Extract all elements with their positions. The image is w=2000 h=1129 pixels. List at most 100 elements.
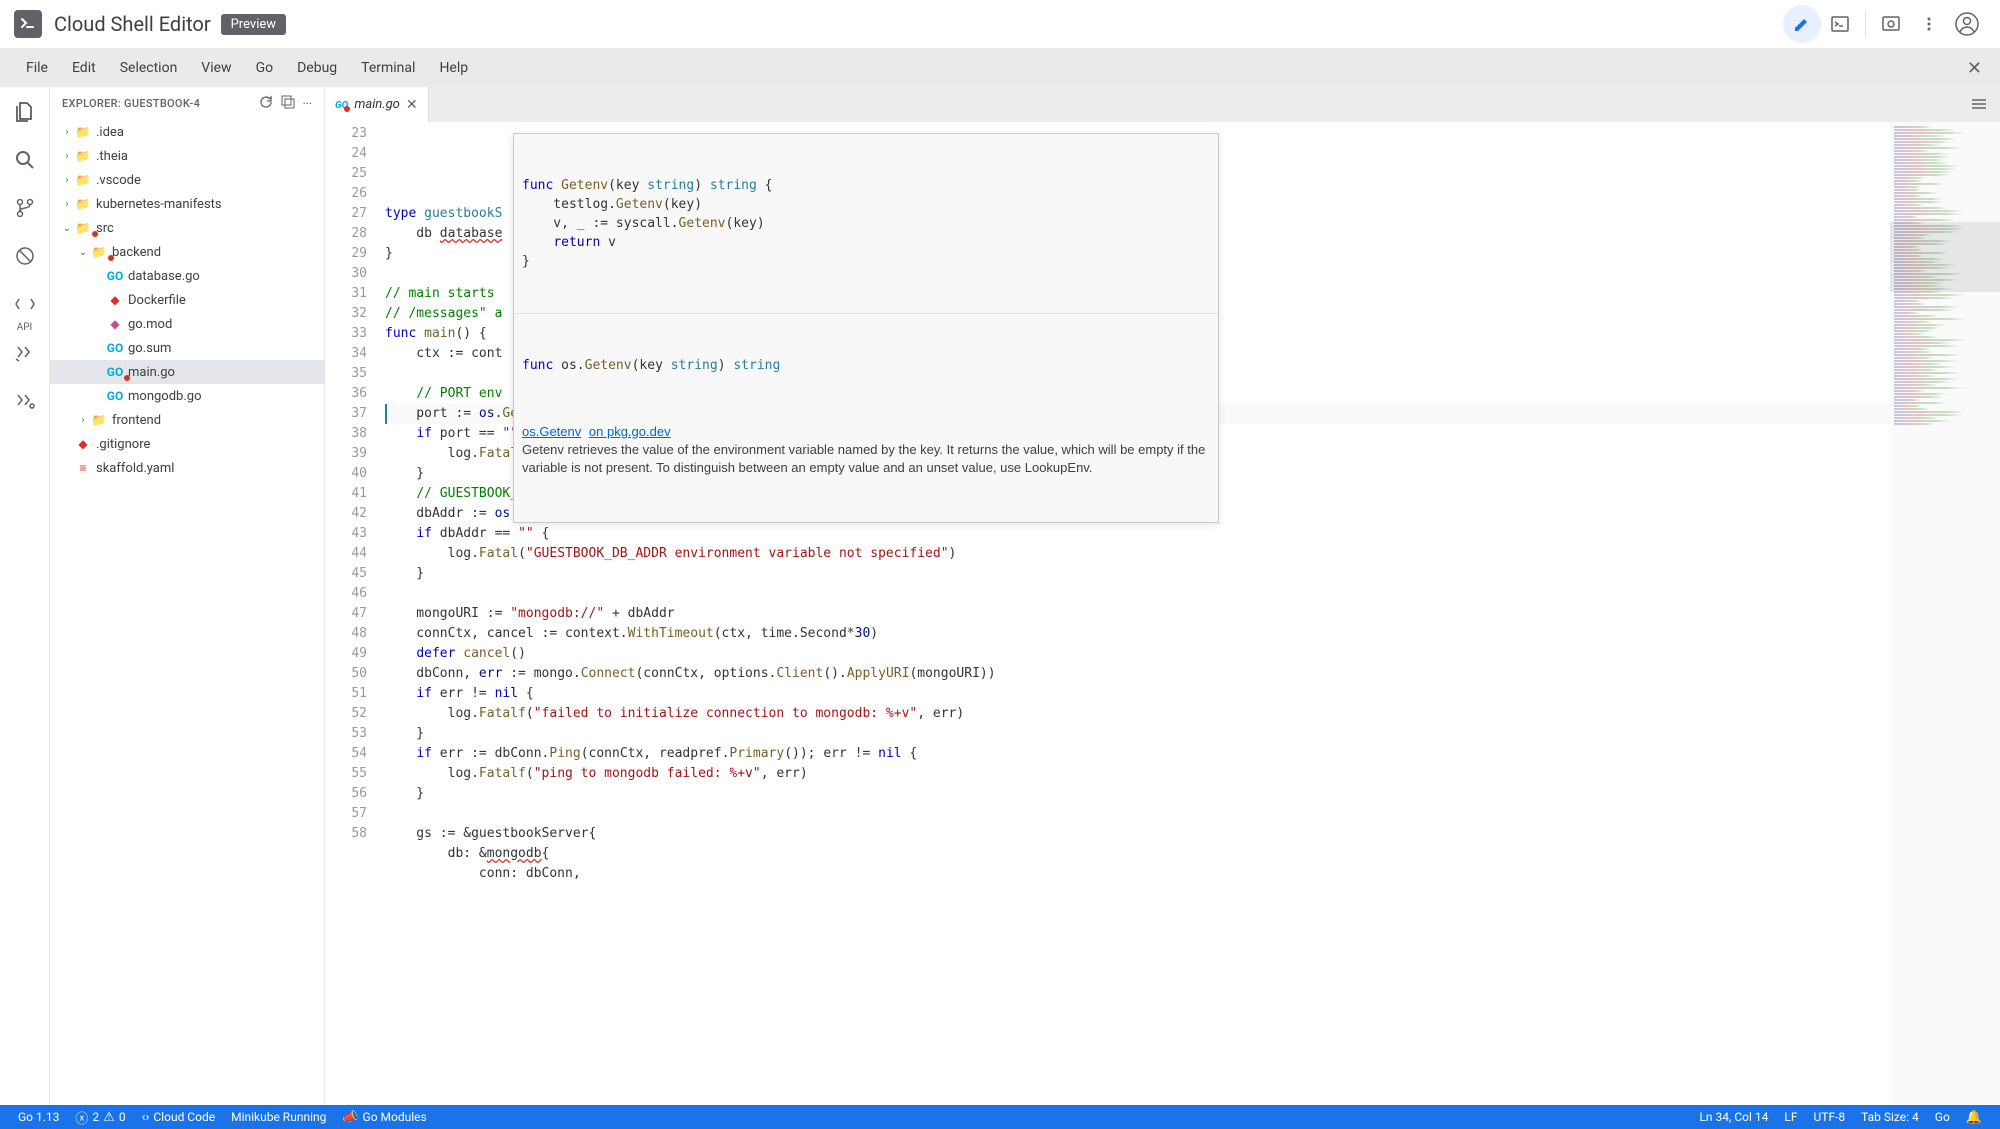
editor-body[interactable]: 2324252627282930313233343536373839404142…	[325, 122, 2000, 1105]
bell-icon: 🔔	[1966, 1110, 1982, 1125]
code-content[interactable]: type guestbookS db database} // main sta…	[385, 122, 1890, 1105]
tree-item-main-go[interactable]: GOmain.go	[50, 360, 324, 384]
split-icon	[1970, 96, 1988, 114]
editor-tabs: GO main.go ✕	[325, 87, 2000, 122]
hover-description: Getenv retrieves the value of the enviro…	[522, 442, 1205, 475]
status-go-modules[interactable]: 📣Go Modules	[334, 1110, 434, 1125]
divider	[1865, 12, 1866, 36]
open-terminal-button[interactable]	[1821, 5, 1859, 43]
close-menubar-button[interactable]: ✕	[1963, 58, 1986, 79]
api-icon	[15, 297, 35, 311]
megaphone-icon: 📣	[342, 1110, 358, 1125]
activity-bar: API	[0, 87, 50, 1105]
git-branch-icon	[14, 197, 36, 219]
status-tabsize[interactable]: Tab Size: 4	[1853, 1110, 1927, 1124]
account-button[interactable]	[1948, 5, 1986, 43]
status-notifications[interactable]: 🔔	[1958, 1110, 1990, 1125]
tree-item-mongodb-go[interactable]: GOmongodb.go	[50, 384, 324, 408]
menu-view[interactable]: View	[189, 60, 243, 76]
activity-cloud-run[interactable]	[10, 337, 40, 367]
menu-debug[interactable]: Debug	[285, 60, 349, 76]
preview-badge: Preview	[221, 14, 286, 35]
tree-item-go-mod[interactable]: ◆go.mod	[50, 312, 324, 336]
status-go-version[interactable]: Go 1.13	[10, 1110, 67, 1124]
status-cloud-code[interactable]: ‹›Cloud Code	[134, 1110, 224, 1125]
tree-item-database-go[interactable]: GOdatabase.go	[50, 264, 324, 288]
kubernetes-icon	[14, 389, 36, 411]
hover-tooltip: func Getenv(key string) string { testlog…	[513, 133, 1219, 523]
minimap-viewport[interactable]	[1890, 222, 2000, 292]
split-editor-button[interactable]	[1958, 87, 2000, 122]
menu-selection[interactable]: Selection	[108, 60, 190, 76]
explorer-header: EXPLORER: GUESTBOOK-4 ···	[50, 87, 324, 120]
tree-item--theia[interactable]: ›📁.theia	[50, 144, 324, 168]
line-gutter: 2324252627282930313233343536373839404142…	[325, 122, 385, 1105]
menu-help[interactable]: Help	[427, 60, 480, 76]
activity-explorer[interactable]	[10, 97, 40, 127]
tree-item--gitignore[interactable]: ◆.gitignore	[50, 432, 324, 456]
menu-edit[interactable]: Edit	[60, 60, 108, 76]
status-bar: Go 1.13 ⓧ2 ⚠0 ‹›Cloud Code Minikube Runn…	[0, 1105, 2000, 1129]
warning-icon: ⚠	[103, 1110, 115, 1125]
browser-icon	[1881, 14, 1901, 34]
workspace: API EXPLORER: GUESTBOOK-4 ··· ›📁.idea›📁.…	[0, 87, 2000, 1105]
collapse-icon	[281, 95, 295, 109]
preview-web-button[interactable]	[1872, 5, 1910, 43]
error-icon: ⓧ	[75, 1108, 88, 1127]
cloud-code-icon: ‹›	[142, 1110, 150, 1125]
activity-source-control[interactable]	[10, 193, 40, 223]
menu-go[interactable]: Go	[244, 60, 286, 76]
app-logo	[14, 10, 42, 38]
tree-item-frontend[interactable]: ›📁frontend	[50, 408, 324, 432]
activity-search[interactable]	[10, 145, 40, 175]
dots-vertical-icon	[1920, 15, 1938, 33]
sidebar: EXPLORER: GUESTBOOK-4 ··· ›📁.idea›📁.thei…	[50, 87, 325, 1105]
cloud-run-icon	[14, 341, 36, 363]
editor-area: GO main.go ✕ 232425262728293031323334353…	[325, 87, 2000, 1105]
close-tab-button[interactable]: ✕	[406, 97, 418, 113]
menu-file[interactable]: File	[14, 60, 60, 76]
tree-item--vscode[interactable]: ›📁.vscode	[50, 168, 324, 192]
status-encoding[interactable]: UTF-8	[1806, 1110, 1854, 1124]
tree-item-kubernetes-manifests[interactable]: ›📁kubernetes-manifests	[50, 192, 324, 216]
refresh-button[interactable]	[259, 95, 273, 112]
tree-item-skaffold-yaml[interactable]: ≡skaffold.yaml	[50, 456, 324, 480]
minimap[interactable]	[1890, 122, 2000, 1105]
tab-label: main.go	[354, 97, 400, 112]
terminal-small-icon	[1831, 15, 1849, 33]
status-cursor[interactable]: Ln 34, Col 14	[1691, 1110, 1776, 1124]
more-button[interactable]: ···	[303, 97, 312, 110]
tree-item-go-sum[interactable]: GOgo.sum	[50, 336, 324, 360]
more-menu-button[interactable]	[1910, 5, 1948, 43]
menu-terminal[interactable]: Terminal	[349, 60, 427, 76]
pencil-icon	[1792, 14, 1812, 34]
hover-doc: os.Getenv on pkg.go.dev Getenv retrieves…	[514, 417, 1218, 484]
hover-code-block: func Getenv(key string) string { testlog…	[514, 172, 1218, 275]
edit-button[interactable]	[1783, 5, 1821, 43]
activity-api[interactable]: API	[10, 289, 40, 319]
error-indicator	[344, 106, 350, 112]
collapse-button[interactable]	[281, 95, 295, 112]
menu-bar: File Edit Selection View Go Debug Termin…	[0, 49, 2000, 87]
explorer-title: EXPLORER: GUESTBOOK-4	[62, 97, 251, 110]
status-minikube[interactable]: Minikube Running	[223, 1110, 334, 1124]
bug-slash-icon	[14, 245, 36, 267]
hover-signature: func os.Getenv(key string) string	[514, 352, 1218, 379]
status-lang[interactable]: Go	[1927, 1110, 1958, 1124]
tab-main-go[interactable]: GO main.go ✕	[325, 87, 429, 122]
files-icon	[14, 101, 36, 123]
status-problems[interactable]: ⓧ2 ⚠0	[67, 1108, 133, 1127]
tree-item--idea[interactable]: ›📁.idea	[50, 120, 324, 144]
terminal-icon	[20, 16, 36, 32]
activity-kubernetes[interactable]	[10, 385, 40, 415]
tree-item-backend[interactable]: ⌄📁backend	[50, 240, 324, 264]
activity-debug[interactable]	[10, 241, 40, 271]
refresh-icon	[259, 95, 273, 109]
hover-doclink[interactable]: os.Getenv	[522, 424, 581, 439]
tree-item-src[interactable]: ⌄📁src	[50, 216, 324, 240]
status-eol[interactable]: LF	[1776, 1110, 1805, 1124]
top-bar: Cloud Shell Editor Preview	[0, 0, 2000, 49]
app-title: Cloud Shell Editor	[54, 12, 211, 36]
tab-icon-wrap: GO	[335, 97, 348, 112]
tree-item-Dockerfile[interactable]: ◆Dockerfile	[50, 288, 324, 312]
